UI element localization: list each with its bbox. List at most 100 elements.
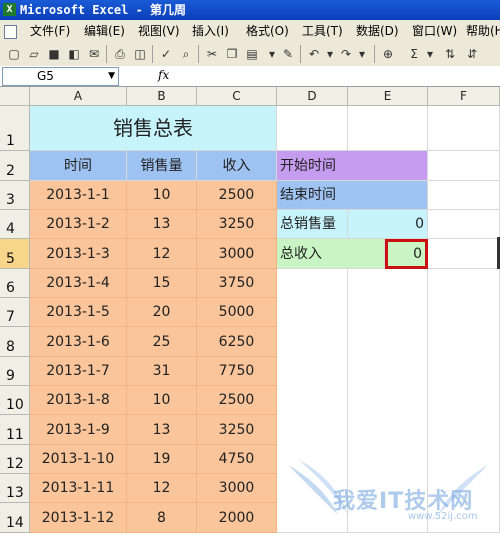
cut-icon[interactable]: ✂ <box>204 46 220 62</box>
income-cell[interactable]: 3000 <box>197 239 277 269</box>
row-header-4[interactable]: 4 <box>0 210 30 239</box>
sales-cell[interactable]: 10 <box>127 181 197 210</box>
formula-input[interactable] <box>180 67 498 84</box>
sales-cell[interactable]: 10 <box>127 386 197 415</box>
date-cell[interactable]: 2013-1-6 <box>30 327 127 357</box>
income-cell[interactable]: 6250 <box>197 327 277 357</box>
name-box-dropdown-icon[interactable]: ▼ <box>108 68 115 85</box>
spelling-icon[interactable]: ✓ <box>158 46 174 62</box>
date-cell[interactable]: 2013-1-5 <box>30 298 127 327</box>
permission-icon[interactable]: ◧ <box>66 46 82 62</box>
menu-data[interactable]: 数据(D) <box>356 20 399 42</box>
column-header-a[interactable]: A <box>30 87 127 106</box>
date-cell[interactable]: 2013-1-4 <box>30 269 127 298</box>
sales-cell[interactable]: 12 <box>127 239 197 269</box>
row-header-13[interactable]: 13 <box>0 474 30 503</box>
date-cell[interactable]: 2013-1-3 <box>30 239 127 269</box>
income-cell[interactable]: 2500 <box>197 386 277 415</box>
menu-format[interactable]: 格式(O) <box>246 20 289 42</box>
autosum-icon[interactable]: Σ <box>406 46 422 62</box>
email-icon[interactable]: ✉ <box>86 46 102 62</box>
row-header-5[interactable]: 5 <box>0 239 30 269</box>
sales-cell[interactable]: 13 <box>127 415 197 445</box>
menu-tools[interactable]: 工具(T) <box>302 20 343 42</box>
sort-ascending-icon[interactable]: ⇅ <box>442 46 458 62</box>
cell-f5[interactable] <box>428 239 500 269</box>
menu-help[interactable]: 帮助(H) <box>466 20 500 42</box>
redo-dropdown-icon[interactable]: ▾ <box>354 46 370 62</box>
sales-cell[interactable]: 13 <box>127 210 197 239</box>
income-cell[interactable]: 3250 <box>197 415 277 445</box>
empty-region-f[interactable] <box>428 269 500 533</box>
cell-f2[interactable] <box>428 151 500 181</box>
date-cell[interactable]: 2013-1-2 <box>30 210 127 239</box>
sales-cell[interactable]: 8 <box>127 503 197 533</box>
total-income-value[interactable]: 0 <box>385 239 428 269</box>
sales-cell[interactable]: 19 <box>127 445 197 474</box>
print-preview-icon[interactable]: ◫ <box>132 46 148 62</box>
autosum-dropdown-icon[interactable]: ▾ <box>422 46 438 62</box>
date-cell[interactable]: 2013-1-12 <box>30 503 127 533</box>
end-time-label[interactable]: 结束时间 <box>277 181 428 210</box>
cell-d1[interactable] <box>277 106 348 151</box>
sales-cell[interactable]: 25 <box>127 327 197 357</box>
sheet-title-cell[interactable]: 销售总表 <box>30 106 277 151</box>
menu-file[interactable]: 文件(F) <box>30 20 70 42</box>
row-header-9[interactable]: 9 <box>0 357 30 386</box>
insert-function-icon[interactable]: fx <box>158 68 169 82</box>
income-cell[interactable]: 3000 <box>197 474 277 503</box>
sales-cell[interactable]: 20 <box>127 298 197 327</box>
total-sales-value[interactable]: 0 <box>348 210 428 239</box>
date-cell[interactable]: 2013-1-7 <box>30 357 127 386</box>
cell-e1[interactable] <box>348 106 428 151</box>
row-header-3[interactable]: 3 <box>0 181 30 210</box>
select-all-corner[interactable] <box>0 87 30 106</box>
header-time[interactable]: 时间 <box>30 151 127 181</box>
paste-icon[interactable]: ▤ <box>244 46 260 62</box>
header-sales[interactable]: 销售量 <box>127 151 197 181</box>
column-header-d[interactable]: D <box>277 87 348 106</box>
format-painter-icon[interactable]: ✎ <box>280 46 296 62</box>
row-header-8[interactable]: 8 <box>0 327 30 357</box>
row-header-11[interactable]: 11 <box>0 415 30 445</box>
empty-region-e[interactable] <box>348 269 428 533</box>
date-cell[interactable]: 2013-1-11 <box>30 474 127 503</box>
save-icon[interactable]: ■ <box>46 46 62 62</box>
excel-app-icon[interactable]: X <box>3 3 16 16</box>
redo-icon[interactable]: ↷ <box>338 46 354 62</box>
name-box[interactable]: G5 ▼ <box>2 67 119 86</box>
income-cell[interactable]: 4750 <box>197 445 277 474</box>
column-header-c[interactable]: C <box>197 87 277 106</box>
sales-cell[interactable]: 12 <box>127 474 197 503</box>
menu-window[interactable]: 窗口(W) <box>412 20 457 42</box>
income-cell[interactable]: 2000 <box>197 503 277 533</box>
undo-icon[interactable]: ↶ <box>306 46 322 62</box>
cell-f3[interactable] <box>428 181 500 210</box>
income-cell[interactable]: 2500 <box>197 181 277 210</box>
empty-region-d[interactable] <box>277 269 348 533</box>
total-income-label[interactable]: 总收入 <box>277 239 385 269</box>
row-header-1[interactable]: 1 <box>0 106 30 151</box>
menu-view[interactable]: 视图(V) <box>138 20 180 42</box>
income-cell[interactable]: 5000 <box>197 298 277 327</box>
sort-descending-icon[interactable]: ⇵ <box>464 46 480 62</box>
print-icon[interactable]: ⎙ <box>112 46 128 62</box>
menu-edit[interactable]: 编辑(E) <box>84 20 125 42</box>
row-header-14[interactable]: 14 <box>0 503 30 533</box>
copy-icon[interactable]: ❐ <box>224 46 240 62</box>
date-cell[interactable]: 2013-1-9 <box>30 415 127 445</box>
column-header-e[interactable]: E <box>348 87 428 106</box>
income-cell[interactable]: 3250 <box>197 210 277 239</box>
row-header-12[interactable]: 12 <box>0 445 30 474</box>
income-cell[interactable]: 3750 <box>197 269 277 298</box>
header-income[interactable]: 收入 <box>197 151 277 181</box>
income-cell[interactable]: 7750 <box>197 357 277 386</box>
sales-cell[interactable]: 15 <box>127 269 197 298</box>
row-header-6[interactable]: 6 <box>0 269 30 298</box>
new-icon[interactable]: ▢ <box>6 46 22 62</box>
undo-dropdown-icon[interactable]: ▾ <box>322 46 338 62</box>
total-sales-label[interactable]: 总销售量 <box>277 210 348 239</box>
cell-f4[interactable] <box>428 210 500 239</box>
row-header-10[interactable]: 10 <box>0 386 30 415</box>
start-time-label[interactable]: 开始时间 <box>277 151 428 181</box>
